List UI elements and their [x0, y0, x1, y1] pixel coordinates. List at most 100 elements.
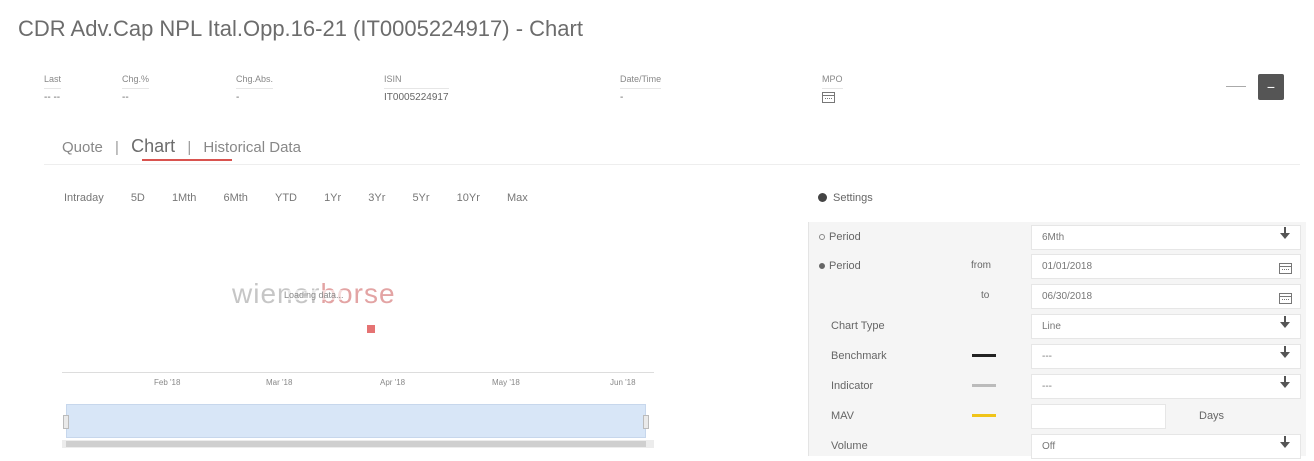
gear-icon	[818, 193, 827, 202]
period-max[interactable]: Max	[507, 192, 528, 204]
navigator-handle-right[interactable]	[643, 415, 649, 429]
calendar-icon[interactable]	[822, 92, 835, 103]
benchmark-label: Benchmark	[831, 350, 887, 362]
settings-row-range-from: Period from 01/01/2018	[809, 251, 1307, 281]
range-radio-option[interactable]: Period	[819, 260, 861, 272]
collapse-button[interactable]: −	[1258, 74, 1284, 100]
period-ytd[interactable]: YTD	[275, 192, 297, 204]
dropdown-arrow-icon	[1280, 436, 1290, 448]
tabs-divider	[44, 164, 1300, 165]
mav-days-label: Days	[1199, 410, 1225, 422]
indicator-value: ---	[1042, 381, 1052, 392]
from-date-input[interactable]: 01/01/2018	[1031, 254, 1301, 279]
info-value-mpo	[822, 88, 843, 106]
dropdown-arrow-icon	[1280, 376, 1290, 388]
tab-quote[interactable]: Quote	[62, 139, 103, 156]
chart-scrollbar[interactable]	[62, 440, 654, 448]
info-value-chg-pct: --	[122, 88, 150, 106]
benchmark-value: ---	[1042, 351, 1052, 362]
period-6mth[interactable]: 6Mth	[223, 192, 247, 204]
radio-icon[interactable]	[819, 234, 825, 240]
settings-row-mav: MAV Days	[809, 401, 1307, 431]
radio-selected-icon[interactable]	[819, 263, 825, 269]
range-navigator[interactable]	[63, 404, 649, 438]
settings-header[interactable]: Settings	[818, 192, 873, 204]
settings-panel: Period 6Mth Period from 01/01/2018 to 06…	[808, 222, 1307, 459]
period-selector: Intraday 5D 1Mth 6Mth YTD 1Yr 3Yr 5Yr 10…	[64, 192, 552, 204]
x-axis-line	[62, 372, 654, 373]
indicator-color-swatch[interactable]	[972, 384, 996, 387]
period-5d[interactable]: 5D	[131, 192, 145, 204]
period-5yr[interactable]: 5Yr	[412, 192, 429, 204]
chart-area[interactable]: wienerborse Loading data... Feb '18 Mar …	[62, 220, 654, 456]
x-tick-label: Mar '18	[266, 378, 293, 387]
period-1yr[interactable]: 1Yr	[324, 192, 341, 204]
info-col-chg-pct: Chg.% --	[122, 70, 150, 106]
info-header-chg-abs: Chg.Abs.	[236, 74, 274, 84]
period-select-value: 6Mth	[1042, 232, 1065, 243]
info-header-last: Last	[44, 74, 62, 84]
loading-text: Loading data...	[284, 290, 344, 300]
tab-bar: Quote | Chart | Historical Data	[62, 136, 301, 157]
to-date-value: 06/30/2018	[1042, 291, 1093, 302]
to-label: to	[981, 290, 990, 301]
tab-separator: |	[115, 139, 119, 156]
mav-label: MAV	[831, 410, 855, 422]
x-tick-label: May '18	[492, 378, 520, 387]
settings-row-benchmark: Benchmark ---	[809, 341, 1307, 371]
info-header-datetime: Date/Time	[620, 74, 662, 84]
settings-row-chart-type: Chart Type Line	[809, 311, 1307, 341]
indicator-select[interactable]: ---	[1031, 374, 1301, 399]
chart-type-value: Line	[1042, 321, 1061, 332]
info-col-datetime: Date/Time -	[620, 70, 662, 106]
info-value-isin: IT0005224917	[384, 88, 449, 106]
from-date-value: 01/01/2018	[1042, 261, 1093, 272]
info-header-isin: ISIN	[384, 74, 402, 84]
info-header-mpo: MPO	[822, 74, 843, 84]
to-date-input[interactable]: 06/30/2018	[1031, 284, 1301, 309]
dropdown-arrow-icon	[1280, 316, 1290, 328]
info-col-chg-abs: Chg.Abs. -	[236, 70, 274, 106]
dropdown-arrow-icon	[1280, 227, 1290, 239]
dropdown-arrow-icon	[1280, 346, 1290, 358]
scrollbar-thumb[interactable]	[66, 441, 646, 447]
period-3yr[interactable]: 3Yr	[368, 192, 385, 204]
settings-row-indicator: Indicator ---	[809, 371, 1307, 401]
period-1mth[interactable]: 1Mth	[172, 192, 196, 204]
period-intraday[interactable]: Intraday	[64, 192, 104, 204]
period-radio-label: Period	[829, 231, 861, 243]
range-radio-label: Period	[829, 260, 861, 272]
settings-row-range-to: to 06/30/2018	[809, 281, 1307, 311]
settings-title: Settings	[833, 192, 873, 204]
tab-historical-data[interactable]: Historical Data	[203, 139, 301, 156]
tab-chart[interactable]: Chart	[131, 136, 175, 157]
indicator-label: Indicator	[831, 380, 874, 392]
loading-spinner-icon	[367, 325, 375, 333]
info-value-datetime: -	[620, 88, 662, 106]
calendar-icon[interactable]	[1279, 263, 1292, 274]
volume-value: Off	[1042, 441, 1056, 452]
tab-separator: |	[187, 139, 192, 156]
volume-label: Volume	[831, 440, 868, 452]
info-col-last: Last -- --	[44, 70, 62, 106]
chart-type-label: Chart Type	[831, 320, 885, 332]
x-tick-label: Feb '18	[154, 378, 181, 387]
info-col-isin: ISIN IT0005224917	[384, 70, 449, 106]
from-label: from	[971, 260, 991, 271]
mav-color-swatch[interactable]	[972, 414, 996, 417]
calendar-icon[interactable]	[1279, 293, 1292, 304]
period-10yr[interactable]: 10Yr	[457, 192, 480, 204]
benchmark-select[interactable]: ---	[1031, 344, 1301, 369]
volume-select[interactable]: Off	[1031, 434, 1301, 459]
page-title: CDR Adv.Cap NPL Ital.Opp.16-21 (IT000522…	[18, 16, 583, 41]
info-value-chg-abs: -	[236, 88, 274, 106]
chart-type-select[interactable]: Line	[1031, 314, 1301, 339]
benchmark-color-swatch[interactable]	[972, 354, 996, 357]
period-radio-option[interactable]: Period	[819, 231, 861, 243]
period-select[interactable]: 6Mth	[1031, 225, 1301, 250]
mav-days-input[interactable]	[1031, 404, 1166, 429]
settings-row-period: Period 6Mth	[809, 222, 1307, 252]
info-value-last: -- --	[44, 88, 62, 106]
navigator-handle-left[interactable]	[63, 415, 69, 429]
info-header-chg-pct: Chg.%	[122, 74, 150, 84]
